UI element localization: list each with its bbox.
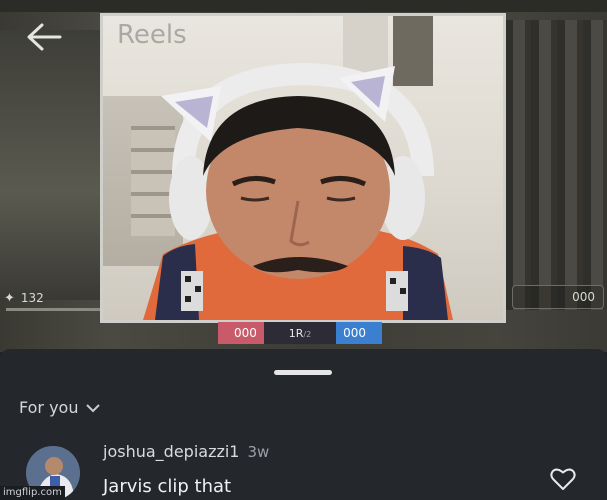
game-background-left bbox=[0, 30, 100, 300]
comments-sheet: For you joshua_depiazzi1 3w Jarvis clip t… bbox=[0, 349, 607, 500]
comment-filter-dropdown[interactable]: For you bbox=[19, 398, 101, 417]
reels-title: Reels bbox=[117, 20, 187, 50]
round-total: /2 bbox=[303, 329, 312, 339]
top-strip bbox=[0, 0, 607, 12]
reel-video[interactable]: ✦ 132 000 Reels 000 1R/2 000 bbox=[0, 0, 607, 352]
hud-right-value: 000 bbox=[572, 290, 595, 304]
filter-label: For you bbox=[19, 398, 79, 417]
imgflip-watermark: imgflip.com bbox=[0, 486, 65, 500]
back-arrow-icon[interactable] bbox=[24, 20, 64, 54]
comment-text: Jarvis clip that bbox=[103, 476, 232, 497]
heart-icon[interactable] bbox=[550, 467, 576, 491]
hud-left-bar bbox=[6, 308, 100, 311]
chevron-down-icon bbox=[86, 403, 101, 412]
score-left: 000 bbox=[233, 326, 257, 340]
score-right: 000 bbox=[343, 326, 367, 340]
webcam-overlay: Reels bbox=[100, 13, 506, 323]
comment-username[interactable]: joshua_depiazzi1 3w bbox=[103, 442, 269, 461]
round-indicator: 1R/2 bbox=[289, 327, 311, 340]
username-text[interactable]: joshua_depiazzi1 bbox=[103, 442, 239, 461]
game-hud-right: 000 bbox=[512, 285, 604, 309]
match-scoreboard: 000 1R/2 000 bbox=[218, 322, 382, 344]
streamer-figure bbox=[143, 62, 453, 320]
comment-age: 3w bbox=[247, 443, 270, 461]
hud-left-value: 132 bbox=[20, 291, 44, 305]
game-hud-left: ✦ 132 bbox=[4, 288, 100, 311]
comment-item: joshua_depiazzi1 3w Jarvis clip that bbox=[22, 442, 602, 500]
player-icon: ✦ bbox=[4, 290, 15, 306]
game-background-right bbox=[505, 20, 607, 310]
sheet-drag-handle[interactable] bbox=[274, 370, 332, 375]
round-label: 1R bbox=[288, 326, 304, 340]
